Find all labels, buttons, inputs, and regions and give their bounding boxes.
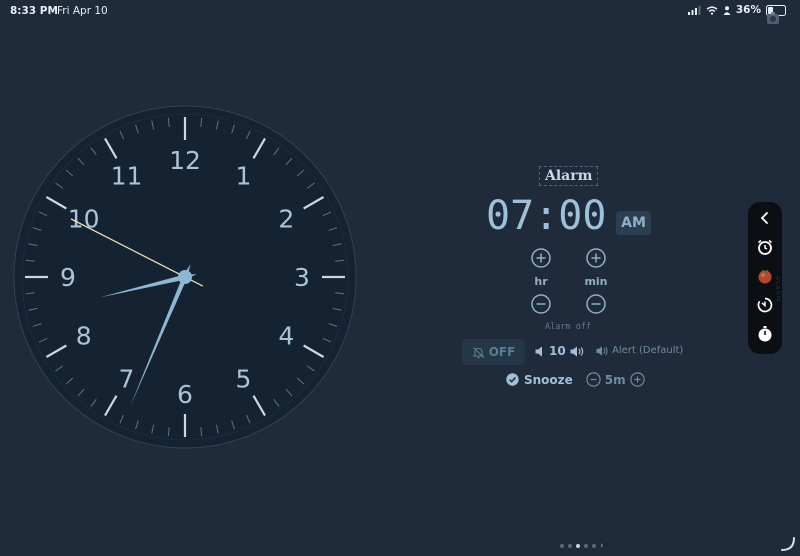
bell-slash-icon: [472, 346, 485, 358]
minute-decrement-button[interactable]: [586, 294, 606, 314]
clock-numeral: 7: [119, 364, 135, 393]
hour-increment-button[interactable]: [531, 248, 551, 268]
chevron-right-icon[interactable]: ›: [600, 542, 604, 551]
alarm-title[interactable]: Alarm: [539, 166, 599, 186]
side-menu-label: ALARM: [774, 276, 781, 303]
page-dot[interactable]: [568, 544, 572, 548]
hour-decrement-button[interactable]: [531, 294, 551, 314]
checkmark-circle-icon[interactable]: [506, 373, 519, 386]
page-dot[interactable]: [584, 544, 588, 548]
clock-numeral: 9: [60, 263, 76, 292]
status-date: Fri Apr 10: [57, 5, 108, 17]
clock-hub: [178, 270, 192, 284]
clock-numeral: 4: [278, 322, 294, 351]
resize-handle-icon[interactable]: [780, 536, 796, 552]
clock-numeral: 5: [236, 364, 252, 393]
stopwatch-icon[interactable]: [755, 324, 775, 344]
alarm-status: Alarm off: [545, 322, 592, 332]
clock-numeral: 11: [111, 162, 143, 191]
battery-percent: 36%: [735, 4, 761, 16]
clock-numeral: 6: [177, 380, 193, 409]
back-icon[interactable]: [755, 208, 775, 228]
volume-down-icon[interactable]: [535, 346, 545, 357]
analog-clock: 121234567891011: [13, 105, 357, 449]
snooze-decrement-button[interactable]: [586, 372, 601, 387]
widget-icon[interactable]: [766, 11, 780, 25]
clock-numeral: 3: [294, 263, 310, 292]
person-icon: [723, 5, 731, 15]
minute-increment-button[interactable]: [586, 248, 606, 268]
page-indicator[interactable]: ›: [560, 542, 604, 551]
page-dot[interactable]: [592, 544, 596, 548]
hour-label: hr: [534, 275, 548, 288]
snooze-control: Snooze 5m: [506, 372, 645, 387]
snooze-label[interactable]: Snooze: [524, 373, 573, 387]
volume-value: 10: [549, 344, 566, 358]
clock-numeral: 12: [169, 146, 201, 175]
snooze-duration: 5m: [586, 372, 645, 387]
clock-numeral: 2: [278, 205, 294, 234]
minute-label: min: [584, 275, 608, 288]
speaker-icon: [596, 346, 608, 355]
page-dot[interactable]: [560, 544, 564, 548]
snooze-time-value: 5m: [604, 372, 626, 387]
am-pm-toggle[interactable]: AM: [616, 211, 651, 235]
snooze-increment-button[interactable]: [629, 372, 645, 387]
clock-numeral: 1: [236, 162, 252, 191]
clock-numeral: 8: [76, 322, 92, 351]
volume-up-icon[interactable]: [570, 346, 586, 357]
alarm-sound-label: Alert (Default): [612, 345, 684, 356]
status-bar: 8:33 PM Fri Apr 10 36%: [0, 0, 800, 22]
status-time: 8:33 PM: [10, 5, 58, 17]
wifi-icon: [706, 5, 718, 15]
alarm-sound-selector[interactable]: Alert (Default): [596, 345, 683, 356]
page-dot[interactable]: [576, 544, 580, 548]
volume-control: 10: [535, 344, 586, 358]
timer-icon[interactable]: [755, 295, 775, 315]
tomato-icon[interactable]: [755, 266, 775, 286]
alarm-toggle-label: OFF: [488, 345, 516, 359]
side-menu: ALARM: [748, 202, 782, 354]
alarm-toggle-button[interactable]: OFF: [462, 339, 525, 365]
alarm-clock-icon[interactable]: [755, 237, 775, 257]
cellular-signal-icon: [687, 5, 701, 15]
alarm-time-display: 07:00: [486, 193, 607, 239]
